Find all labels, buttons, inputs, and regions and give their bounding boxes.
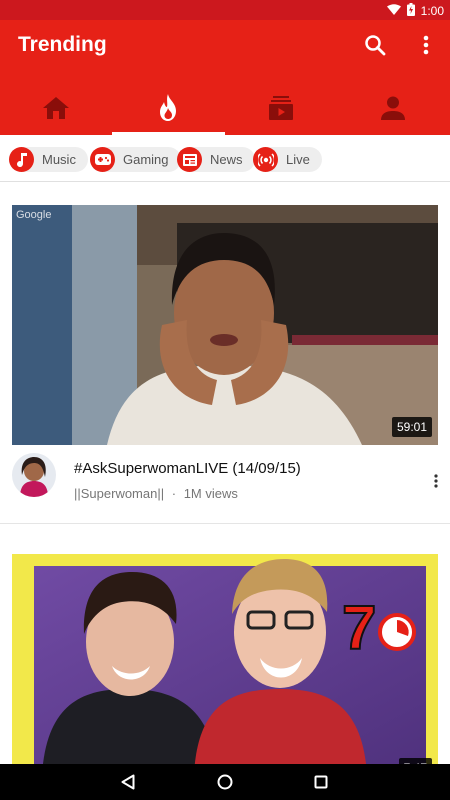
video-meta: ||Superwoman|| · 1M views: [74, 486, 238, 501]
recents-square-icon: [314, 775, 328, 789]
home-circle-icon: [217, 774, 233, 790]
newspaper-icon: [177, 147, 202, 172]
video-more-button[interactable]: [426, 466, 446, 496]
more-options-button[interactable]: [411, 30, 441, 60]
category-chips: Music Gaming News Live: [0, 135, 450, 182]
chip-label: Live: [286, 152, 310, 167]
tab-account[interactable]: [337, 80, 449, 135]
subscriptions-icon: [269, 95, 293, 120]
app-bar: Trending: [0, 20, 450, 135]
chip-music[interactable]: Music: [9, 147, 88, 172]
back-triangle-icon: [121, 774, 135, 790]
chip-label: News: [210, 152, 243, 167]
video-thumbnail[interactable]: 7 7:47: [12, 554, 438, 774]
thumbnail-watermark: Google: [16, 209, 52, 221]
system-nav-bar: [0, 764, 450, 800]
tab-home[interactable]: [0, 80, 112, 135]
video-title[interactable]: #AskSuperwomanLIVE (14/09/15): [74, 460, 301, 477]
tab-trending[interactable]: [112, 80, 224, 135]
status-icons: 1:00: [386, 3, 444, 19]
thumbnail-image: 7: [12, 554, 438, 774]
status-time: 1:00: [420, 4, 444, 18]
meta-separator: ·: [171, 486, 177, 501]
gamepad-icon: [90, 147, 115, 172]
video-card: 7 7:47: [0, 524, 450, 774]
chip-gaming[interactable]: Gaming: [90, 147, 181, 172]
video-thumbnail[interactable]: Google 59:01: [12, 205, 438, 445]
chip-label: Gaming: [123, 152, 169, 167]
view-count: 1M views: [183, 486, 238, 501]
chip-label: Music: [42, 152, 76, 167]
home-icon: [43, 96, 69, 119]
video-card: Google 59:01 #AskSuperwomanLIVE (14/09/1…: [0, 183, 450, 523]
more-vert-icon: [434, 474, 438, 488]
channel-name[interactable]: ||Superwoman||: [74, 486, 164, 501]
nav-recents-button[interactable]: [301, 768, 341, 796]
channel-avatar[interactable]: [12, 453, 56, 497]
tab-subscriptions[interactable]: [225, 80, 337, 135]
thumbnail-badge-number: 7: [342, 594, 376, 663]
thumbnail-image: [12, 205, 438, 445]
search-button[interactable]: [360, 30, 390, 60]
battery-icon: [406, 3, 415, 19]
chip-live[interactable]: Live: [253, 147, 322, 172]
music-note-icon: [9, 147, 34, 172]
flame-icon: [160, 93, 176, 121]
live-broadcast-icon: [253, 147, 278, 172]
page-title: Trending: [18, 33, 107, 56]
nav-home-button[interactable]: [205, 768, 245, 796]
wifi-icon: [386, 4, 401, 18]
person-icon: [381, 96, 405, 120]
more-vert-icon: [423, 35, 429, 55]
search-icon: [365, 35, 386, 56]
status-bar: 1:00: [0, 0, 450, 20]
chip-news[interactable]: News: [177, 147, 255, 172]
duration-badge: 59:01: [391, 417, 432, 437]
nav-back-button[interactable]: [108, 768, 148, 796]
